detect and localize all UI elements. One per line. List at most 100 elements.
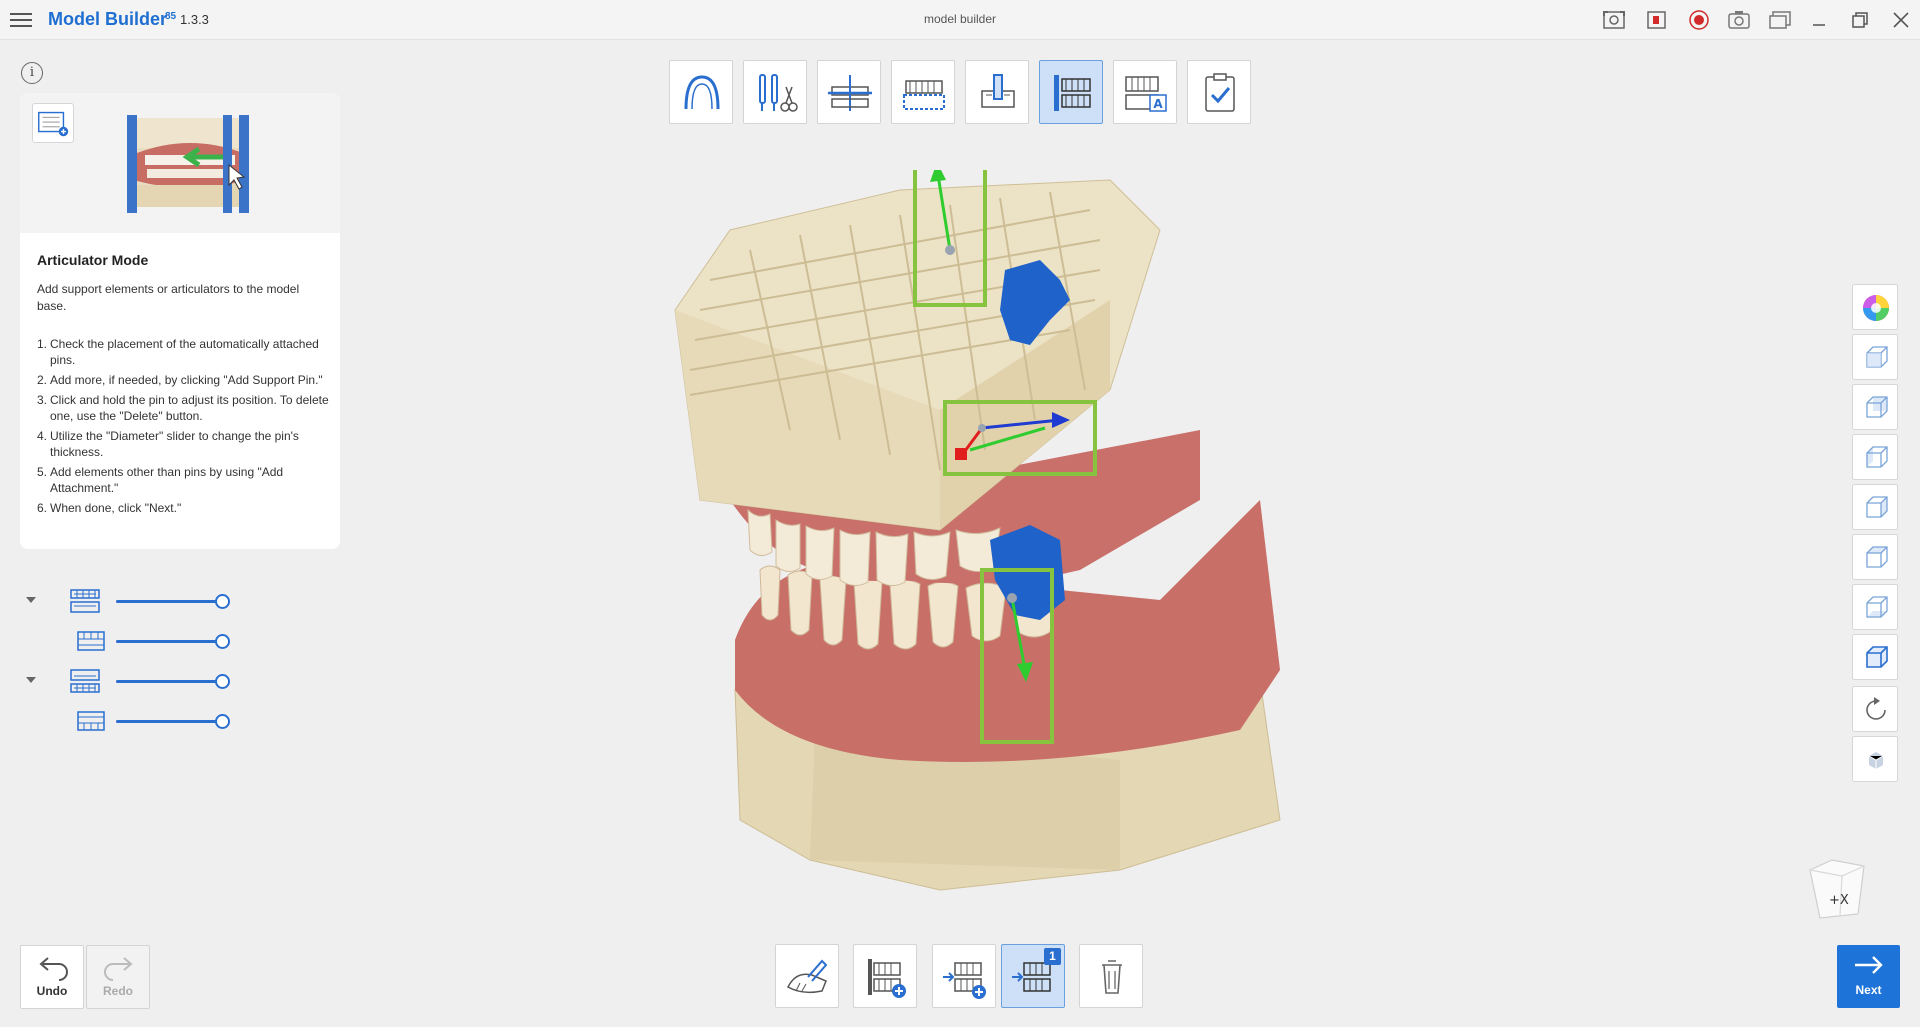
list-item: 1. Check the placement of the automatical… bbox=[37, 337, 319, 367]
slider-knob[interactable] bbox=[215, 674, 230, 689]
orientation-view-cube[interactable]: +X bbox=[1802, 852, 1872, 922]
title-bar: Model Builder 85 1.3.3 model builder bbox=[0, 0, 1920, 40]
help-card: Articulator Mode Add support elements or… bbox=[20, 93, 340, 549]
help-steps: 1. Check the placement of the automatical… bbox=[37, 336, 332, 520]
step-arch-button[interactable] bbox=[669, 60, 733, 124]
app-name: Model Builder bbox=[48, 9, 168, 29]
layer-row-upper bbox=[22, 623, 242, 659]
list-item: 4. Utilize the "Diameter" slider to chang… bbox=[37, 429, 299, 459]
redo-button[interactable]: Redo bbox=[86, 945, 150, 1009]
list-item: 5. Add elements other than pins by using … bbox=[37, 465, 284, 495]
left-view-button[interactable] bbox=[1852, 434, 1898, 480]
close-icon[interactable] bbox=[1888, 8, 1914, 32]
app-badge: 85 bbox=[165, 11, 177, 22]
minimize-icon[interactable] bbox=[1806, 8, 1832, 32]
add-support-pin-icon bbox=[868, 959, 906, 998]
help-illustration-area bbox=[20, 93, 340, 233]
app-version: 1.3.3 bbox=[180, 12, 209, 27]
svg-text:A: A bbox=[1153, 97, 1163, 111]
left-view-icon bbox=[1866, 446, 1888, 468]
front-view-icon bbox=[1866, 346, 1888, 368]
step-die-button[interactable] bbox=[965, 60, 1029, 124]
attachment-list-button[interactable]: 1 bbox=[1001, 944, 1065, 1008]
text-label-icon: A bbox=[1125, 76, 1167, 112]
upper-model-icon[interactable] bbox=[74, 626, 108, 656]
lower-model-icon[interactable] bbox=[74, 706, 108, 736]
record-region-icon[interactable] bbox=[1645, 9, 1669, 31]
slider-knob[interactable] bbox=[215, 634, 230, 649]
back-view-button[interactable] bbox=[1852, 384, 1898, 430]
collapse-arrow-icon[interactable] bbox=[26, 677, 36, 683]
3d-model-viewport[interactable] bbox=[640, 170, 1360, 920]
back-view-icon bbox=[1866, 396, 1888, 418]
right-view-button[interactable] bbox=[1852, 484, 1898, 530]
solid-view-button[interactable] bbox=[1852, 736, 1898, 782]
arch-icon bbox=[684, 75, 720, 110]
bottom-view-button[interactable] bbox=[1852, 584, 1898, 630]
next-label: Next bbox=[1855, 983, 1882, 997]
info-icon[interactable]: i bbox=[21, 62, 43, 84]
rotate-icon bbox=[1866, 697, 1886, 720]
add-support-pin-button[interactable] bbox=[853, 944, 917, 1008]
top-view-icon bbox=[1866, 546, 1888, 568]
front-view-button[interactable] bbox=[1852, 334, 1898, 380]
step-review-button[interactable] bbox=[1187, 60, 1251, 124]
redo-label: Redo bbox=[103, 984, 133, 998]
slider-knob[interactable] bbox=[215, 594, 230, 609]
step-plane-button[interactable] bbox=[817, 60, 881, 124]
color-mode-button[interactable] bbox=[1852, 284, 1898, 330]
arrow-right-icon bbox=[1855, 956, 1883, 974]
step-trim-button[interactable] bbox=[743, 60, 807, 124]
lower-opacity-slider[interactable] bbox=[116, 720, 222, 723]
right-view-icon bbox=[1866, 496, 1888, 518]
undo-button[interactable]: Undo bbox=[20, 945, 84, 1009]
redo-icon bbox=[104, 957, 133, 981]
lower-model-group-icon[interactable] bbox=[68, 666, 102, 696]
next-button[interactable]: Next bbox=[1837, 945, 1900, 1008]
window-capture-icon[interactable] bbox=[1768, 9, 1792, 31]
trim-tools-icon bbox=[759, 74, 798, 112]
articulator-mode-icon bbox=[32, 103, 74, 143]
reset-rotation-button[interactable] bbox=[1852, 686, 1898, 732]
upper-model-group-icon[interactable] bbox=[68, 586, 102, 616]
delete-icon bbox=[1102, 960, 1122, 994]
layer-row-lower bbox=[22, 703, 242, 739]
list-item: 6. When done, click "Next." bbox=[37, 501, 182, 515]
undo-label: Undo bbox=[36, 984, 68, 998]
die-icon bbox=[981, 74, 1015, 108]
pin-edit-button[interactable] bbox=[775, 944, 839, 1008]
undo-icon bbox=[39, 957, 68, 981]
slider-knob[interactable] bbox=[215, 714, 230, 729]
record-icon[interactable] bbox=[1687, 9, 1711, 31]
articulator-illustration bbox=[127, 115, 249, 213]
step-label-button[interactable]: A bbox=[1113, 60, 1177, 124]
list-item: 3. Click and hold the pin to adjust its p… bbox=[37, 393, 329, 423]
top-view-button[interactable] bbox=[1852, 534, 1898, 580]
add-attachment-button[interactable] bbox=[932, 944, 996, 1008]
step-base-button[interactable] bbox=[891, 60, 955, 124]
articulator-icon bbox=[1054, 75, 1091, 111]
layer-row-lower-group bbox=[22, 663, 242, 699]
list-item: 2. Add more, if needed, by clicking "Add … bbox=[37, 373, 323, 387]
upper-group-opacity-slider[interactable] bbox=[116, 600, 222, 603]
pin-edit-icon bbox=[787, 959, 828, 994]
menu-icon[interactable] bbox=[10, 10, 32, 30]
delete-button[interactable] bbox=[1079, 944, 1143, 1008]
window-title: model builder bbox=[923, 12, 997, 26]
solid-view-icon bbox=[1868, 752, 1884, 769]
step-articulator-button[interactable] bbox=[1039, 60, 1103, 124]
layer-row-upper-group bbox=[22, 583, 242, 619]
add-attachment-icon bbox=[943, 962, 986, 999]
capture-region-icon[interactable] bbox=[1602, 9, 1626, 31]
view-cube-label: +X bbox=[1829, 893, 1849, 908]
upper-opacity-slider[interactable] bbox=[116, 640, 222, 643]
collapse-arrow-icon[interactable] bbox=[26, 597, 36, 603]
camera-icon[interactable] bbox=[1727, 9, 1751, 31]
attachment-count-badge: 1 bbox=[1044, 948, 1061, 965]
restore-icon[interactable] bbox=[1847, 8, 1873, 32]
model-base-icon bbox=[903, 80, 945, 110]
iso-view-button[interactable] bbox=[1852, 634, 1898, 680]
iso-view-icon bbox=[1866, 646, 1888, 668]
lower-group-opacity-slider[interactable] bbox=[116, 680, 222, 683]
occlusal-plane-icon bbox=[828, 75, 872, 111]
